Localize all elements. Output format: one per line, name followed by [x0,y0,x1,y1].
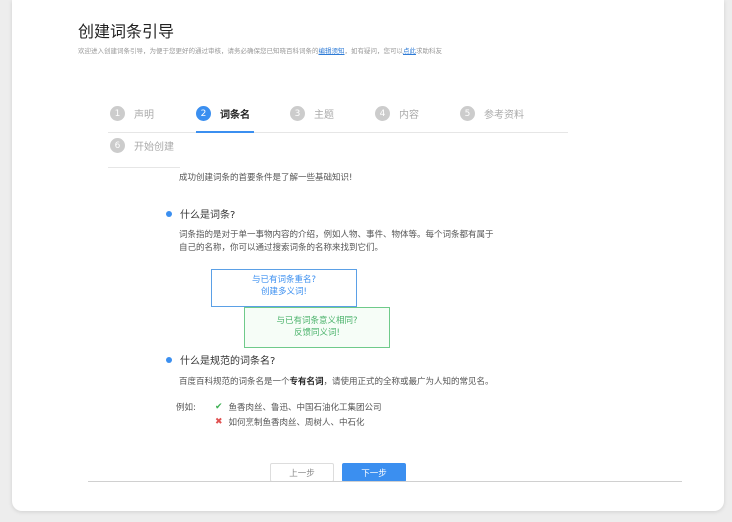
example-good-text: 鱼香肉丝、鲁迅、中国石油化工集团公司 [228,403,382,413]
step-label: 开始创建 [134,142,174,153]
steps-divider [108,132,568,133]
intro-text: 成功创建词条的首要条件是了解一些基础知识! [179,173,353,183]
example-good-row: ✔ 鱼香肉丝、鲁迅、中国石油化工集团公司 [215,401,382,413]
box-line: 创建多义词! [261,287,307,297]
step-progress: 1 声明 2 词条名 3 主题 4 内容 5 参考资料 6 开始创建 [108,104,568,168]
bullet-dot-icon [166,356,172,363]
step-entry-name: 2 词条名 [196,106,250,121]
bullet-dot-icon [166,210,172,217]
section-heading: 什么是规范的词条名? [180,356,276,367]
section2-paragraph: 百度百科规范的词条名是一个专有名词，请使用正式的全称或最广为人知的常见名。 [179,376,579,389]
examples-label: 例如: [176,401,196,413]
step-number: 3 [290,106,305,121]
paragraph-line: 词条指的是对于单一事物内容的介绍，例如人物、事件、物体等。每个词条都有属于 [179,230,494,240]
footer-divider [88,481,682,482]
edit-notice-link[interactable]: 编辑须知 [319,47,345,55]
step-start-create: 6 开始创建 [110,138,174,153]
section-what-is-entry: 什么是词条? [166,206,235,221]
page-subtitle: 欢迎进入创建词条引导，为便于您更好的通过审核，请务必确保您已知晓百科词条的编辑须… [78,45,442,55]
active-step-underline [196,131,254,133]
guide-card: 创建词条引导 欢迎进入创建词条引导，为便于您更好的通过审核，请务必确保您已知晓百… [12,0,724,511]
step-number: 2 [196,106,211,121]
step-label: 主题 [314,110,334,121]
create-polysemy-box[interactable]: 与已有词条重名? 创建多义词! [211,269,357,307]
step-declaration: 1 声明 [110,106,154,121]
check-icon: ✔ [215,402,223,412]
step-label: 词条名 [220,110,250,121]
paragraph-text-pre: 百度百科规范的词条名是一个 [179,377,290,387]
example-bad-row: ✖ 如何烹制鱼香肉丝、周树人、中石化 [215,416,365,428]
box-line: 与已有词条意义相同? [276,316,358,326]
paragraph-bold: 专有名词 [289,377,324,387]
next-step-button[interactable]: 下一步 [342,463,406,482]
example-bad-text: 如何烹制鱼香肉丝、周树人、中石化 [228,418,365,428]
subtitle-text-pre: 欢迎进入创建词条引导，为便于您更好的通过审核，请务必确保您已知晓百科词条的 [78,47,319,55]
section1-paragraph: 词条指的是对于单一事物内容的介绍，例如人物、事件、物体等。每个词条都有属于 自己… [179,229,579,255]
page-title: 创建词条引导 [78,22,175,41]
step-topic: 3 主题 [290,106,334,121]
step-label: 参考资料 [484,110,524,121]
subtitle-text-post: 求助科友 [416,47,442,55]
step-label: 声明 [134,110,154,121]
cross-icon: ✖ [215,417,223,427]
box-line: 与已有词条重名? [251,275,316,285]
step-number: 4 [375,106,390,121]
section-heading: 什么是词条? [180,210,236,221]
step-references: 5 参考资料 [460,106,524,121]
step-number: 6 [110,138,125,153]
step-label: 内容 [399,110,419,121]
prev-step-button[interactable]: 上一步 [270,463,334,482]
steps-divider-second-row [108,167,180,168]
paragraph-text-post: ，请使用正式的全称或最广为人知的常见名。 [323,377,494,387]
step-number: 5 [460,106,475,121]
report-synonym-box[interactable]: 与已有词条意义相同? 反馈同义词! [244,307,390,348]
step-number: 1 [110,106,125,121]
help-link[interactable]: 点此 [403,47,416,55]
step-content: 4 内容 [375,106,419,121]
subtitle-text-mid: ，如有疑问，您可以 [344,47,404,55]
section-standard-entry-name: 什么是规范的词条名? [166,352,275,367]
examples-label-text: 例如: [176,403,196,413]
paragraph-line: 自己的名称，你可以通过搜索词条的名称来找到它们。 [179,243,384,253]
box-line: 反馈同义词! [294,328,340,338]
